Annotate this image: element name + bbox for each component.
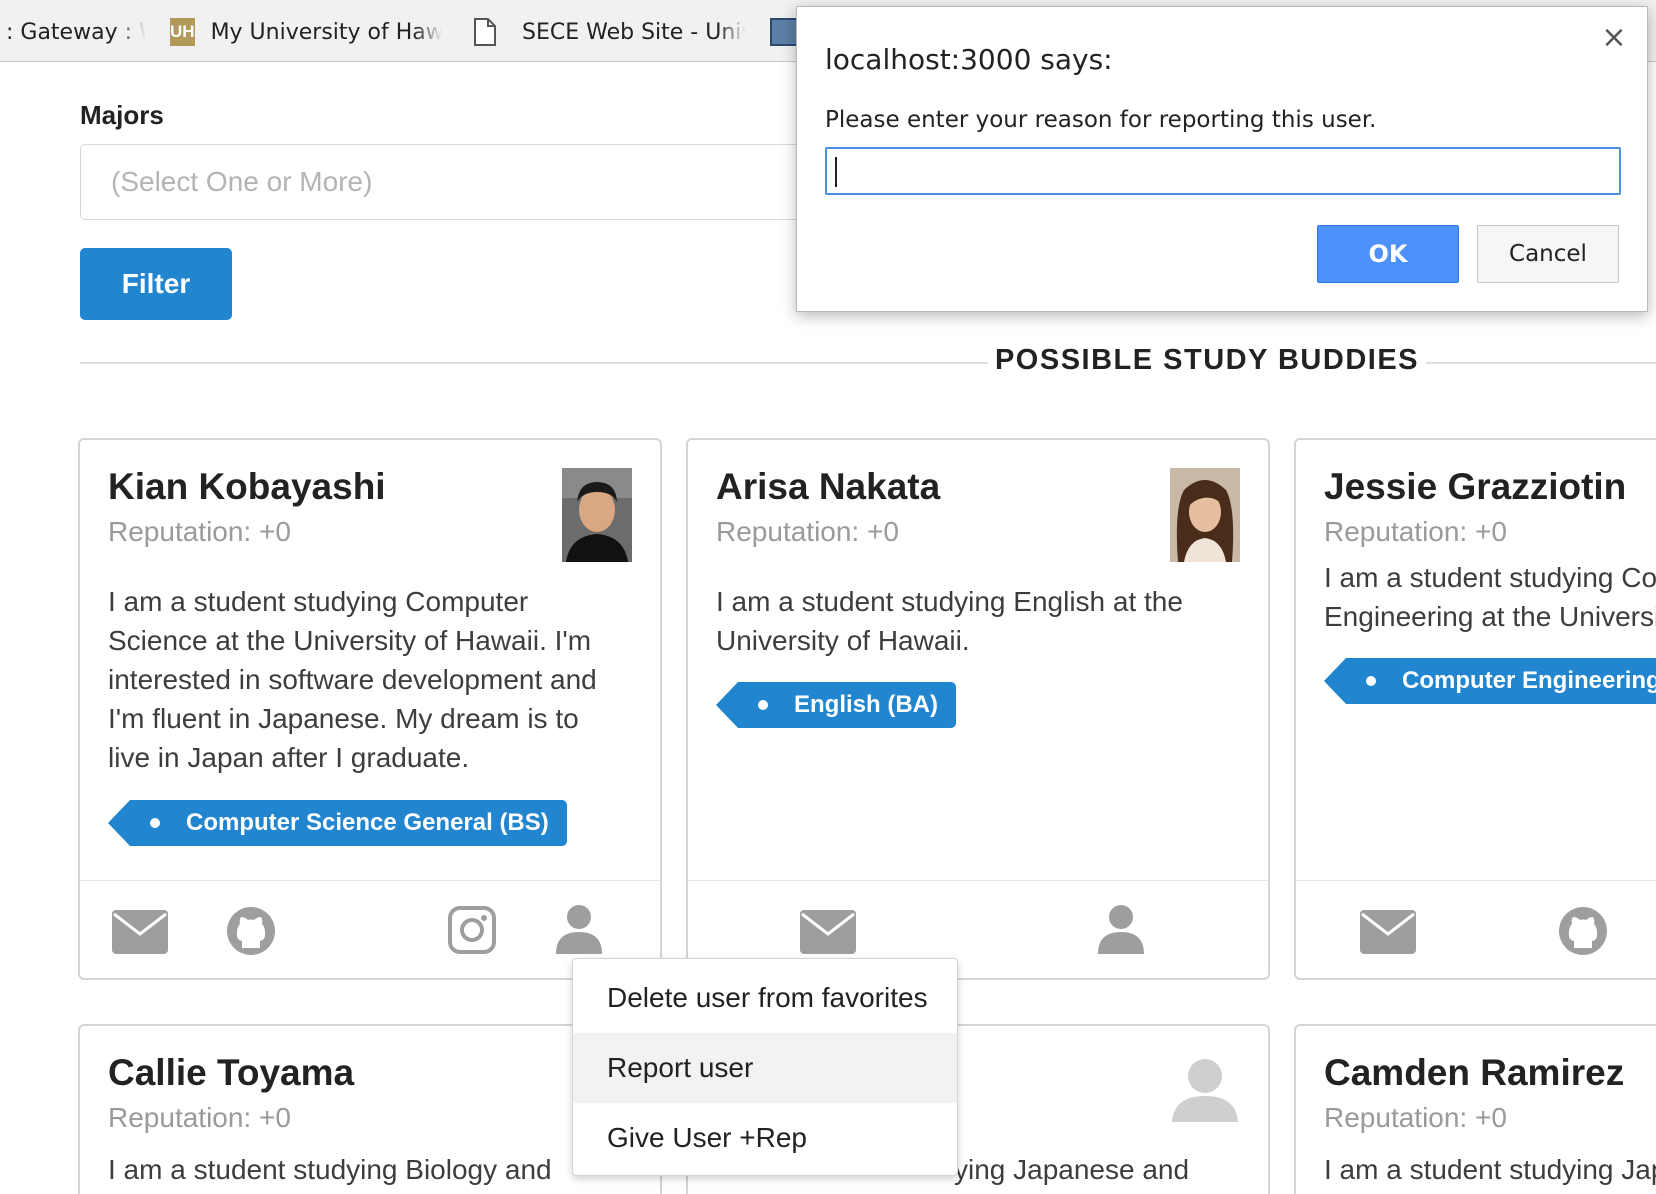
card-reputation: Reputation: +0 bbox=[716, 516, 899, 547]
buddy-card: Camden Ramirez Reputation: +0 I am a stu… bbox=[1294, 1024, 1656, 1194]
github-icon[interactable] bbox=[1558, 906, 1608, 956]
instagram-icon[interactable] bbox=[448, 906, 496, 954]
majors-label: Majors bbox=[80, 100, 164, 130]
card-divider bbox=[80, 880, 660, 881]
menu-item-give-rep[interactable]: Give User +Rep bbox=[573, 1103, 957, 1173]
card-name: Callie Toyama bbox=[108, 1052, 355, 1093]
menu-item-delete-favorite[interactable]: Delete user from favorites bbox=[573, 963, 957, 1033]
major-tag-label: Computer Engineering (BS) bbox=[1402, 667, 1656, 694]
menu-item-report-user[interactable]: Report user bbox=[573, 1033, 957, 1103]
profile-photo bbox=[1170, 468, 1240, 562]
card-description: I am a student studying English at the U… bbox=[716, 586, 1183, 656]
card-description: ying Japanese and bbox=[954, 1154, 1190, 1185]
card-description: I am a student studying Computer Science… bbox=[108, 586, 597, 773]
buddy-card: Jessie Grazziotin Reputation: +0 I am a … bbox=[1294, 438, 1656, 980]
github-icon[interactable] bbox=[226, 906, 276, 956]
user-icon[interactable] bbox=[556, 904, 602, 954]
card-reputation: Reputation: +0 bbox=[1324, 516, 1507, 547]
cancel-button[interactable]: Cancel bbox=[1477, 225, 1619, 283]
user-context-menu: Delete user from favorites Report user G… bbox=[572, 958, 958, 1176]
bookmark-sece-web-site[interactable]: SECE Web Site - Unive bbox=[474, 17, 746, 47]
ok-button[interactable]: OK bbox=[1317, 225, 1459, 283]
envelope-icon[interactable] bbox=[1360, 910, 1416, 954]
major-tag-label: English (BA) bbox=[794, 691, 938, 718]
card-description: I am a student studying Biology and bbox=[108, 1154, 552, 1185]
major-tag-label: Computer Science General (BS) bbox=[186, 809, 549, 836]
envelope-icon[interactable] bbox=[112, 910, 168, 954]
card-reputation: Reputation: +0 bbox=[108, 1102, 291, 1133]
envelope-icon[interactable] bbox=[800, 910, 856, 954]
user-icon[interactable] bbox=[1098, 904, 1144, 954]
card-name: Camden Ramirez bbox=[1324, 1052, 1625, 1093]
filter-button[interactable]: Filter bbox=[80, 248, 232, 320]
card-reputation: Reputation: +0 bbox=[108, 516, 291, 547]
uh-logo-icon: UH bbox=[170, 18, 195, 46]
card-divider bbox=[1296, 880, 1656, 881]
bookmark-label: My University of Haw bbox=[210, 19, 442, 45]
card-name: Jessie Grazziotin bbox=[1324, 466, 1627, 507]
section-divider bbox=[80, 362, 988, 364]
user-icon bbox=[1172, 1058, 1242, 1124]
major-tag[interactable]: English (BA) bbox=[716, 682, 956, 728]
bookmark-my-university[interactable]: UH My University of Haw bbox=[170, 17, 442, 47]
card-name: Kian Kobayashi bbox=[108, 466, 386, 507]
prompt-dialog: localhost:3000 says: × Please enter your… bbox=[796, 6, 1648, 312]
major-tag[interactable]: Computer Engineering (BS) bbox=[1324, 658, 1656, 704]
card-reputation: Reputation: +0 bbox=[1324, 1102, 1507, 1133]
document-icon bbox=[474, 18, 496, 46]
buddy-card: Kian Kobayashi Reputation: +0 I am a stu… bbox=[78, 438, 662, 980]
card-description: I am a student studying Con Engineering … bbox=[1324, 562, 1656, 632]
bookmark-gateway[interactable]: : Gateway : W bbox=[6, 17, 146, 47]
card-divider bbox=[688, 880, 1268, 881]
text-caret bbox=[835, 157, 837, 187]
section-divider bbox=[1426, 362, 1656, 364]
close-icon[interactable]: × bbox=[1599, 23, 1629, 53]
card-name: Arisa Nakata bbox=[716, 466, 941, 507]
major-tag[interactable]: Computer Science General (BS) bbox=[108, 800, 567, 846]
tag-dot-icon bbox=[150, 818, 160, 828]
dialog-title: localhost:3000 says: bbox=[825, 43, 1113, 76]
dialog-message: Please enter your reason for reporting t… bbox=[825, 107, 1377, 133]
tag-dot-icon bbox=[758, 700, 768, 710]
tag-dot-icon bbox=[1366, 676, 1376, 686]
card-description: I am a student studying Japa bbox=[1324, 1154, 1656, 1185]
buddy-card: Arisa Nakata Reputation: +0 I am a stude… bbox=[686, 438, 1270, 980]
section-title: POSSIBLE STUDY BUDDIES bbox=[994, 344, 1420, 376]
profile-photo bbox=[562, 468, 632, 562]
report-reason-input[interactable] bbox=[825, 147, 1621, 195]
bookmark-label: SECE Web Site - Unive bbox=[522, 19, 746, 45]
